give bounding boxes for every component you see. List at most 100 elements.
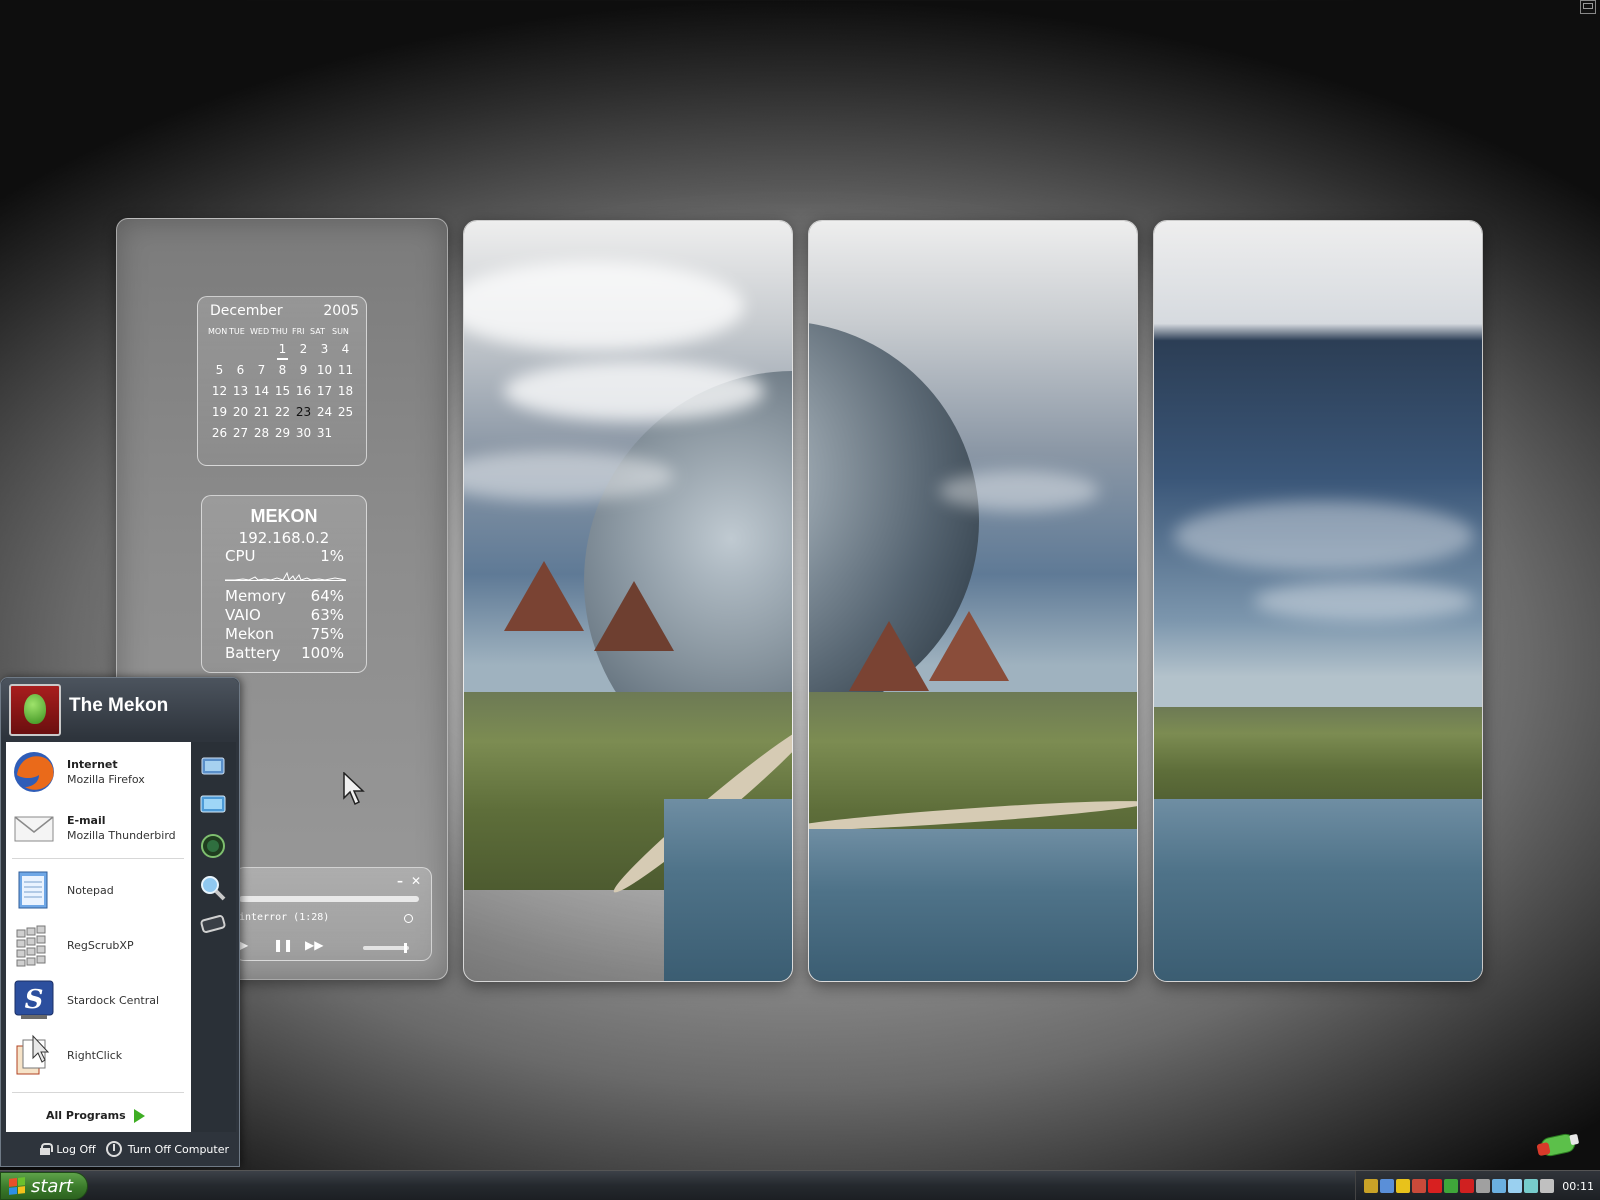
show-desktop-button[interactable] [1580, 0, 1596, 14]
all-programs-button[interactable]: All Programs [46, 1109, 126, 1122]
weekday-label: SUN [332, 327, 349, 336]
calendar-day[interactable]: 23 [293, 405, 314, 424]
next-button[interactable]: ▶▶ [305, 938, 323, 952]
calendar-day[interactable]: 13 [230, 384, 251, 403]
menu-item-notepad-label: Notepad [67, 883, 114, 897]
turn-off-button[interactable]: Turn Off Computer [105, 1141, 229, 1157]
stat-row: Battery 100% [202, 644, 366, 663]
thunderbird-icon [11, 805, 57, 851]
calendar-day[interactable]: 27 [230, 426, 251, 445]
taskbar: start 00:11 [0, 1170, 1600, 1200]
calendar-days: 1 2 3 4 5 6 7 8 9 10 11 12 13 14 15 16 17 18 19 20 21 22 23 24 2… [198, 336, 366, 445]
calendar-day[interactable]: 4 [335, 342, 356, 361]
hostname: MEKON [250, 506, 318, 526]
tray-icon[interactable] [1412, 1179, 1427, 1193]
calendar-day[interactable]: 6 [230, 363, 251, 382]
wallpaper-panel-right [1153, 220, 1483, 982]
calendar-day[interactable]: 20 [230, 405, 251, 424]
calendar-day[interactable]: 1 [272, 342, 293, 361]
calendar-day[interactable]: 14 [251, 384, 272, 403]
calendar-day[interactable]: 26 [209, 426, 230, 445]
menu-item-rightclick[interactable]: RightClick [6, 1029, 191, 1081]
system-monitor-widget: MEKON 192.168.0.2 CPU 1% Memory 64% VAIO 63… [201, 495, 367, 673]
calendar-day[interactable]: 31 [314, 426, 335, 445]
calendar-day[interactable]: 8 [272, 363, 293, 382]
start-label: start [31, 1175, 73, 1197]
calendar-year: 2005 [323, 303, 359, 319]
pause-button[interactable]: ❚❚ [273, 938, 293, 952]
calendar-day[interactable]: 3 [314, 342, 335, 361]
cpu-value: 1% [320, 547, 344, 565]
calendar-day[interactable]: 21 [251, 405, 272, 424]
search-icon[interactable] [199, 874, 227, 902]
calendar-day[interactable]: 10 [314, 363, 335, 382]
menu-item-regscrubxp[interactable]: RegScrubXP [6, 919, 191, 971]
computer-icon[interactable] [199, 790, 227, 818]
run-icon[interactable] [199, 910, 227, 938]
network-icon[interactable] [199, 832, 227, 860]
calendar-day[interactable]: 9 [293, 363, 314, 382]
cpu-row: CPU 1% [202, 547, 366, 566]
volume-slider[interactable] [363, 943, 409, 953]
menu-item-email[interactable]: E-mail Mozilla Thunderbird [6, 802, 191, 854]
svg-text:S: S [25, 985, 44, 1015]
calendar-widget: December 2005 MON TUE WED THU FRI SAT SUN 1234… [197, 296, 367, 466]
minimize-button[interactable]: – [397, 874, 403, 888]
tray-icon[interactable] [1396, 1179, 1411, 1193]
turn-off-label: Turn Off Computer [127, 1142, 229, 1156]
calendar-day[interactable]: 17 [314, 384, 335, 403]
stat-label: Battery [225, 644, 281, 662]
calendar-day[interactable]: 22 [272, 405, 293, 424]
calendar-day [335, 426, 356, 445]
tray-icon[interactable] [1476, 1179, 1491, 1193]
calendar-day[interactable]: 2 [293, 342, 314, 361]
tray-icon[interactable] [1540, 1179, 1555, 1193]
calendar-day[interactable]: 7 [251, 363, 272, 382]
menu-item-notepad[interactable]: Notepad [6, 864, 191, 916]
calendar-day[interactable]: 11 [335, 363, 356, 382]
menu-item-regscrubxp-label: RegScrubXP [67, 938, 134, 952]
menu-item-internet[interactable]: Internet Mozilla Firefox [6, 746, 191, 798]
pictures-icon[interactable] [199, 752, 227, 780]
calendar-day[interactable]: 30 [293, 426, 314, 445]
calendar-day[interactable]: 5 [209, 363, 230, 382]
seek-bar[interactable] [239, 896, 419, 902]
rightclick-icon [11, 1032, 57, 1078]
menu-item-internet-subtitle: Mozilla Firefox [67, 773, 145, 786]
tray-icon[interactable] [1444, 1179, 1459, 1193]
battery-icon[interactable] [1535, 1132, 1581, 1158]
calendar-day[interactable]: 24 [314, 405, 335, 424]
calendar-day[interactable]: 19 [209, 405, 230, 424]
program-list: Internet Mozilla Firefox E-mail Mozilla … [6, 742, 191, 1132]
start-menu-header: The Mekon [1, 678, 239, 738]
calendar-day[interactable]: 28 [251, 426, 272, 445]
user-avatar[interactable] [9, 684, 61, 736]
clock[interactable]: 00:11 [1562, 1180, 1594, 1193]
calendar-day[interactable]: 12 [209, 384, 230, 403]
calendar-day[interactable]: 16 [293, 384, 314, 403]
calendar-month: December [210, 303, 283, 319]
close-button[interactable]: ✕ [411, 874, 421, 888]
repeat-icon[interactable] [404, 914, 413, 923]
calendar-day[interactable]: 18 [335, 384, 356, 403]
tray-icon[interactable] [1524, 1179, 1539, 1193]
log-off-button[interactable]: Log Off [40, 1143, 96, 1156]
weekday-label: SAT [310, 327, 325, 336]
tray-icon[interactable] [1492, 1179, 1507, 1193]
menu-item-stardock[interactable]: S Stardock Central [6, 974, 191, 1026]
play-button[interactable]: ▶ [239, 938, 248, 952]
calendar-day[interactable]: 15 [272, 384, 293, 403]
start-button[interactable]: start [0, 1172, 88, 1200]
tray-icon[interactable] [1508, 1179, 1523, 1193]
tray-icon[interactable] [1364, 1179, 1379, 1193]
tray-icon[interactable] [1380, 1179, 1395, 1193]
tray-icon[interactable] [1428, 1179, 1443, 1193]
stat-rows: Memory 64% VAIO 63% Mekon 75% Battery 100% [202, 587, 366, 663]
tray-icon[interactable] [1460, 1179, 1475, 1193]
wallpaper-panel-middle [808, 220, 1138, 982]
stat-label: VAIO [225, 606, 261, 624]
calendar-day[interactable]: 25 [335, 405, 356, 424]
all-programs-arrow-icon[interactable] [134, 1109, 145, 1123]
menu-item-stardock-label: Stardock Central [67, 993, 160, 1007]
calendar-day[interactable]: 29 [272, 426, 293, 445]
